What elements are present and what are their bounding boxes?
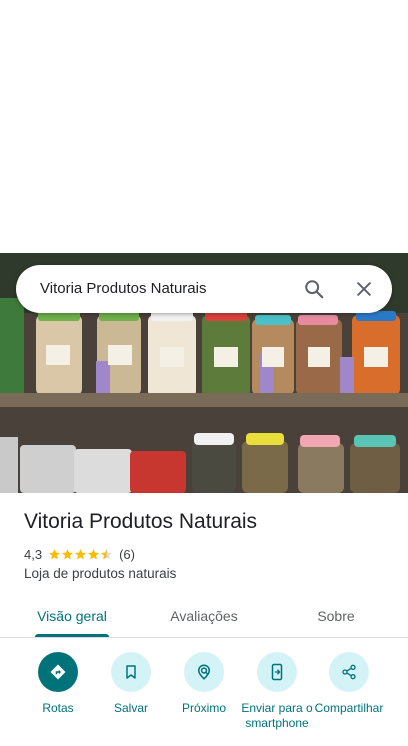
review-count[interactable]: (6) [119, 547, 135, 562]
tab-label: Sobre [317, 608, 355, 624]
search-icon[interactable] [300, 275, 328, 303]
active-tab-indicator [35, 634, 109, 637]
star-icon [75, 548, 86, 559]
tab-label: Avaliações [170, 608, 238, 624]
action-label: Salvar [113, 701, 148, 715]
share-icon [329, 652, 369, 692]
send-to-phone-button[interactable]: Enviar para o smartphone [238, 652, 316, 731]
save-button[interactable]: Salvar [92, 652, 170, 716]
place-sheet: Vitoria Produtos Naturais Vitoria Produt… [0, 0, 408, 746]
place-title: Vitoria Produtos Naturais [24, 510, 258, 533]
bookmark-icon [111, 652, 151, 692]
nearby-icon [184, 652, 224, 692]
rating-value: 4,3 [24, 546, 43, 562]
tab-reviews[interactable]: Avaliações [152, 595, 256, 637]
action-label: Rotas [42, 701, 74, 715]
star-icon [62, 548, 73, 559]
directions-button[interactable]: Rotas [19, 652, 97, 716]
action-bar: Rotas Salvar Próximo Enviar para o smart… [0, 652, 408, 746]
action-label: Compartilhar [314, 701, 384, 715]
directions-icon [38, 652, 78, 692]
place-tabs: Visão geral Avaliações Sobre [0, 595, 408, 638]
star-icon [88, 548, 99, 559]
tab-about[interactable]: Sobre [296, 595, 376, 637]
search-bar[interactable]: Vitoria Produtos Naturais [16, 265, 392, 313]
close-icon[interactable] [350, 275, 378, 303]
rating-stars [48, 548, 113, 561]
action-label: Enviar para o smartphone [241, 701, 313, 730]
send-to-phone-icon [257, 652, 297, 692]
star-icon [49, 548, 60, 559]
tab-overview[interactable]: Visão geral [22, 595, 122, 637]
nearby-button[interactable]: Próximo [165, 652, 243, 716]
share-button[interactable]: Compartilhar [310, 652, 388, 716]
search-input[interactable]: Vitoria Produtos Naturais [40, 280, 206, 297]
place-category: Loja de produtos naturais [24, 566, 177, 581]
tab-label: Visão geral [37, 608, 107, 624]
half-star-icon [101, 548, 112, 559]
action-label: Próximo [181, 701, 226, 715]
rating-row[interactable]: 4,3 (6) [24, 545, 135, 563]
